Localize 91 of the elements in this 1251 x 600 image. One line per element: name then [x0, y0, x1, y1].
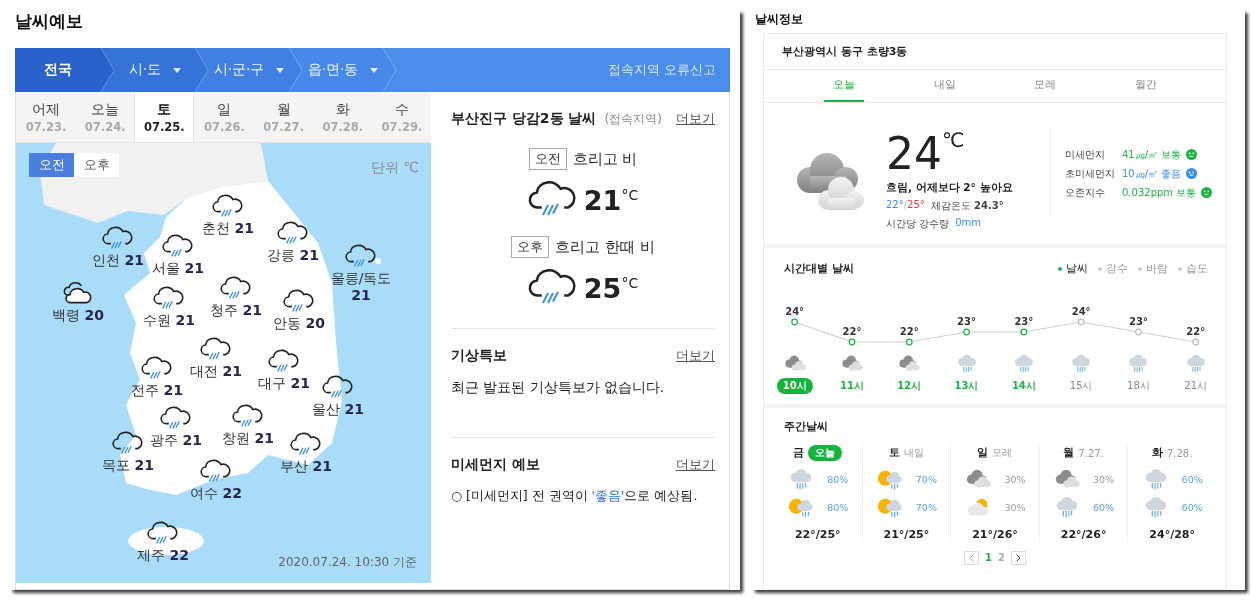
rain-chance: 60% [1181, 502, 1203, 514]
date-label: 7.27. [1078, 447, 1104, 459]
temperature-range: 22°/26° [1060, 527, 1107, 541]
city-label: 강릉 21 [267, 246, 319, 264]
rainfall-label: 시간당 강수량 [886, 216, 950, 231]
city-label: 대전 21 [190, 362, 242, 380]
period-badge: 오후 [511, 236, 550, 258]
hour-label: 13시 [954, 379, 979, 394]
alert-message: 최근 발표된 기상특보가 없습니다. [451, 379, 666, 397]
city-label: 대구 21 [258, 374, 310, 392]
city-label: 백령 20 [52, 306, 104, 324]
city-label: 울릉/독도 21 [329, 269, 393, 304]
location-note: (접속지역) [604, 111, 662, 128]
weekday-label: 토 [888, 446, 900, 460]
current-temperature: 24$^{℃}$ [886, 126, 966, 177]
rain-chance: 60% [1181, 473, 1203, 485]
dust-forecast-text: ○ [미세먼지] 전 권역이 '좋음'으로 예상됨. [451, 488, 699, 505]
temperature-range: 22°/25° [886, 198, 925, 212]
hour-label: 12시 [897, 379, 922, 394]
hour-label: 18시 [1127, 379, 1150, 394]
section-title: 주간날씨 [783, 420, 829, 434]
timestamp: 2020.07.24. 10:30 기준 [278, 554, 417, 571]
hour-label: 14시 [1011, 379, 1036, 394]
rain-chance: 30% [1004, 473, 1026, 485]
city-label: 안동 20 [273, 314, 325, 332]
air-quality-value: 0.032ppm 보통 [1122, 185, 1197, 200]
weekday-label: 화 [1151, 446, 1163, 460]
city-label: 목포 21 [102, 456, 154, 474]
city-label: 제주 22 [137, 546, 189, 564]
air-quality-label: 미세먼지 [1065, 147, 1106, 162]
city-label: 춘천 21 [202, 219, 254, 237]
hour-label: 11시 [840, 379, 864, 394]
date-label: 모레 [992, 446, 1013, 460]
air-quality-label: 오존지수 [1065, 185, 1106, 200]
city-label: 전주 21 [131, 381, 183, 399]
weekday-label: 일 [977, 446, 989, 460]
temperature-range: 21°/26° [972, 527, 1018, 541]
section-title: 미세먼지 예보 [451, 456, 540, 474]
weekday-label: 월 [1063, 446, 1075, 460]
value-label: 24° [785, 306, 805, 317]
value-label: 22° [899, 326, 919, 337]
temperature: 21$^{°C}$ [583, 184, 639, 216]
rain-chance: 80% [827, 473, 849, 485]
weather-summary: 흐림, 어제보다 2° 높아요 [886, 180, 1014, 195]
rainfall-value: 0mm [955, 216, 982, 230]
date-label: 7.28. [1166, 447, 1193, 459]
value-label: 22° [1186, 326, 1206, 337]
panel-title: 날씨예보 [15, 10, 84, 33]
air-quality-label: 초미세먼지 [1065, 166, 1116, 181]
date-label: 내일 [903, 446, 924, 460]
weather-summary: 흐리고 한때 비 [555, 237, 655, 257]
unit-label: 단위 ℃ [370, 159, 419, 177]
temperature-range: 24°/28° [1149, 527, 1195, 541]
city-label: 창원 21 [222, 429, 274, 447]
rain-chance: 30% [1093, 473, 1115, 485]
feels-like: 체감온도 24.3° [930, 198, 1004, 213]
section-title: 시간대별 날씨 [784, 262, 854, 276]
value-label: 24° [1071, 306, 1091, 317]
air-quality-value: 10㎍/㎥ 좋음 [1122, 166, 1182, 181]
panel-title: 날씨정보 [754, 11, 804, 28]
value-label: 23° [1129, 316, 1148, 327]
hour-label: 15시 [1069, 379, 1093, 394]
value-label: 23° [1014, 316, 1034, 327]
location-name: 부산광역시 동구 초량3동 [764, 34, 1226, 70]
hour-label: 10시 [776, 378, 813, 395]
city-label: 부산 21 [280, 457, 332, 475]
period-badge: 오전 [528, 148, 567, 170]
hour-label: 21시 [1184, 379, 1208, 394]
city-label: 울산 21 [312, 400, 364, 418]
air-quality-value: 41㎍/㎥ 보통 [1122, 147, 1182, 162]
rain-chance: 30% [1004, 502, 1026, 514]
rain-chance: 80% [827, 502, 849, 514]
section-title: 기상특보 [451, 347, 507, 365]
city-label: 여수 22 [190, 484, 242, 502]
rain-chance: 60% [1093, 502, 1115, 514]
rain-chance: 70% [915, 502, 937, 514]
weekday-label: 금 [793, 446, 805, 460]
city-label: 청주 21 [210, 301, 262, 319]
city-label: 서울 21 [152, 259, 204, 277]
rain-chance: 70% [915, 473, 937, 485]
city-label: 인천 21 [92, 251, 144, 269]
value-label: 23° [957, 316, 976, 327]
value-label: 22° [842, 326, 862, 337]
temperature-range: 22°/25° [794, 527, 841, 541]
temperature-range: 21°/25° [883, 527, 930, 541]
temperature: 25$^{°C}$ [583, 272, 639, 304]
city-label: 수원 21 [143, 311, 195, 329]
city-label: 광주 21 [150, 431, 202, 449]
section-title: 부산진구 당감2동 날씨 [451, 110, 597, 128]
today-badge: 오늘 [808, 445, 843, 461]
weather-summary: 흐리고 비 [572, 149, 638, 169]
